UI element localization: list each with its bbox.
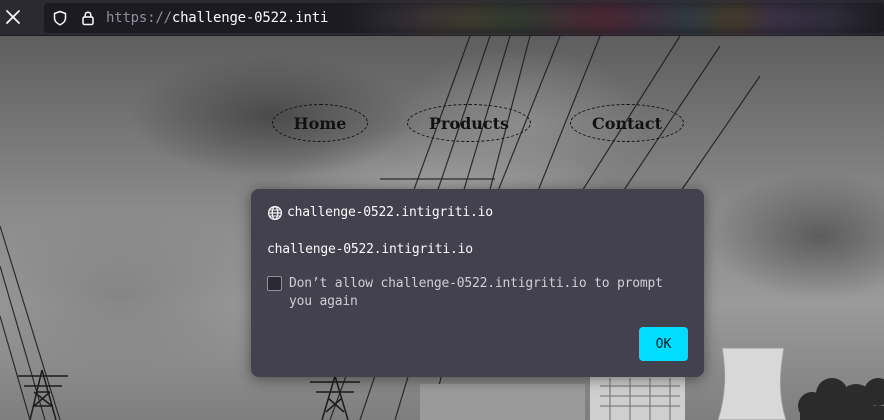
blurred-url-region [344,3,884,33]
lock-icon[interactable] [80,10,96,30]
dialog-title: challenge-0522.intigriti.io [287,205,493,220]
ok-button[interactable]: OK [639,327,688,361]
dont-allow-checkbox[interactable] [267,276,282,291]
browser-toolbar: https://challenge-0522.inti [0,0,884,36]
nav-contact[interactable]: Contact [570,104,684,142]
dont-allow-checkbox-label[interactable]: Don’t allow challenge-0522.intigriti.io … [289,275,689,311]
dialog-message: challenge-0522.intigriti.io [267,242,473,257]
globe-icon [267,205,283,225]
url-scheme: https:// [106,10,172,26]
address-bar[interactable]: https://challenge-0522.inti [44,3,884,33]
url-host: challenge-0522.inti [171,10,329,26]
nav-home[interactable]: Home [272,104,368,142]
shield-icon[interactable] [52,10,68,30]
alert-dialog: challenge-0522.intigriti.io challenge-05… [251,189,704,377]
url-text[interactable]: https://challenge-0522.inti [106,10,328,26]
nav-products[interactable]: Products [407,104,531,142]
close-icon[interactable] [4,8,22,26]
